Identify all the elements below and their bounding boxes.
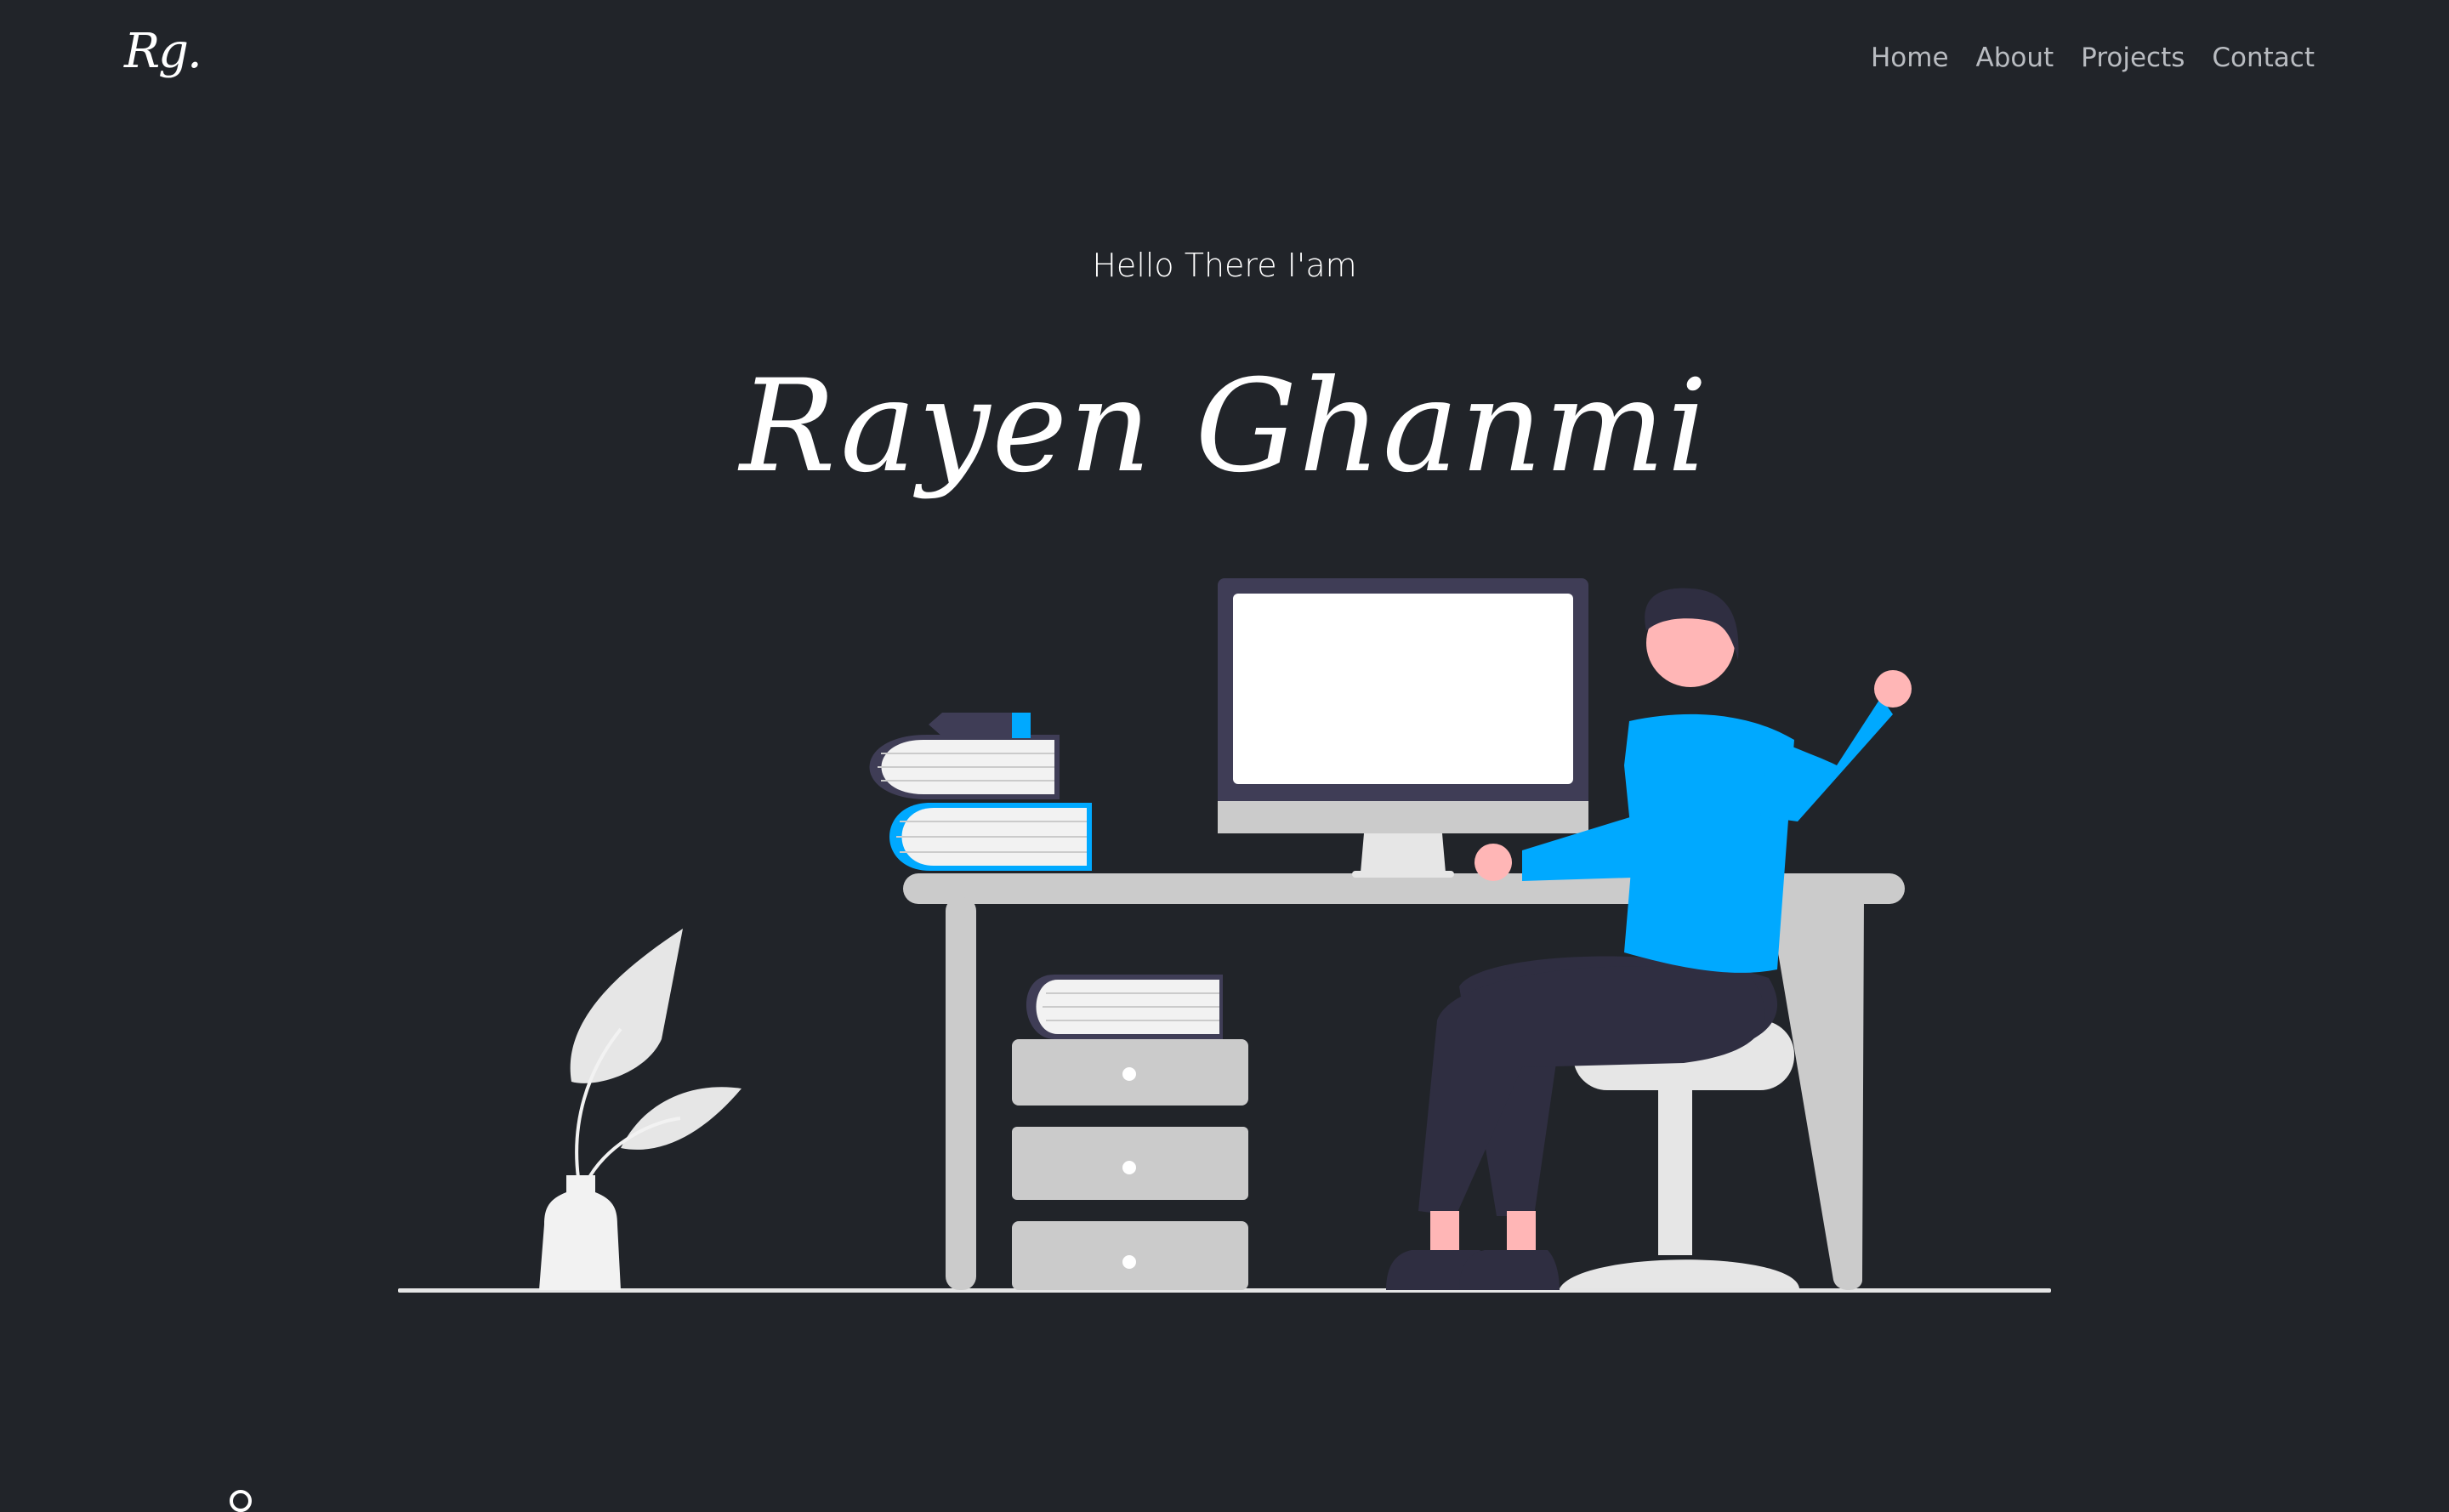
hero-illustration <box>398 578 2051 1293</box>
scroll-indicator-icon <box>230 1490 252 1512</box>
book-on-drawer-icon <box>1026 975 1223 1039</box>
plant-icon <box>539 929 742 1290</box>
monitor-icon <box>1218 578 1588 878</box>
drawer-icon <box>1012 1039 1248 1290</box>
books-icon <box>869 713 1092 871</box>
